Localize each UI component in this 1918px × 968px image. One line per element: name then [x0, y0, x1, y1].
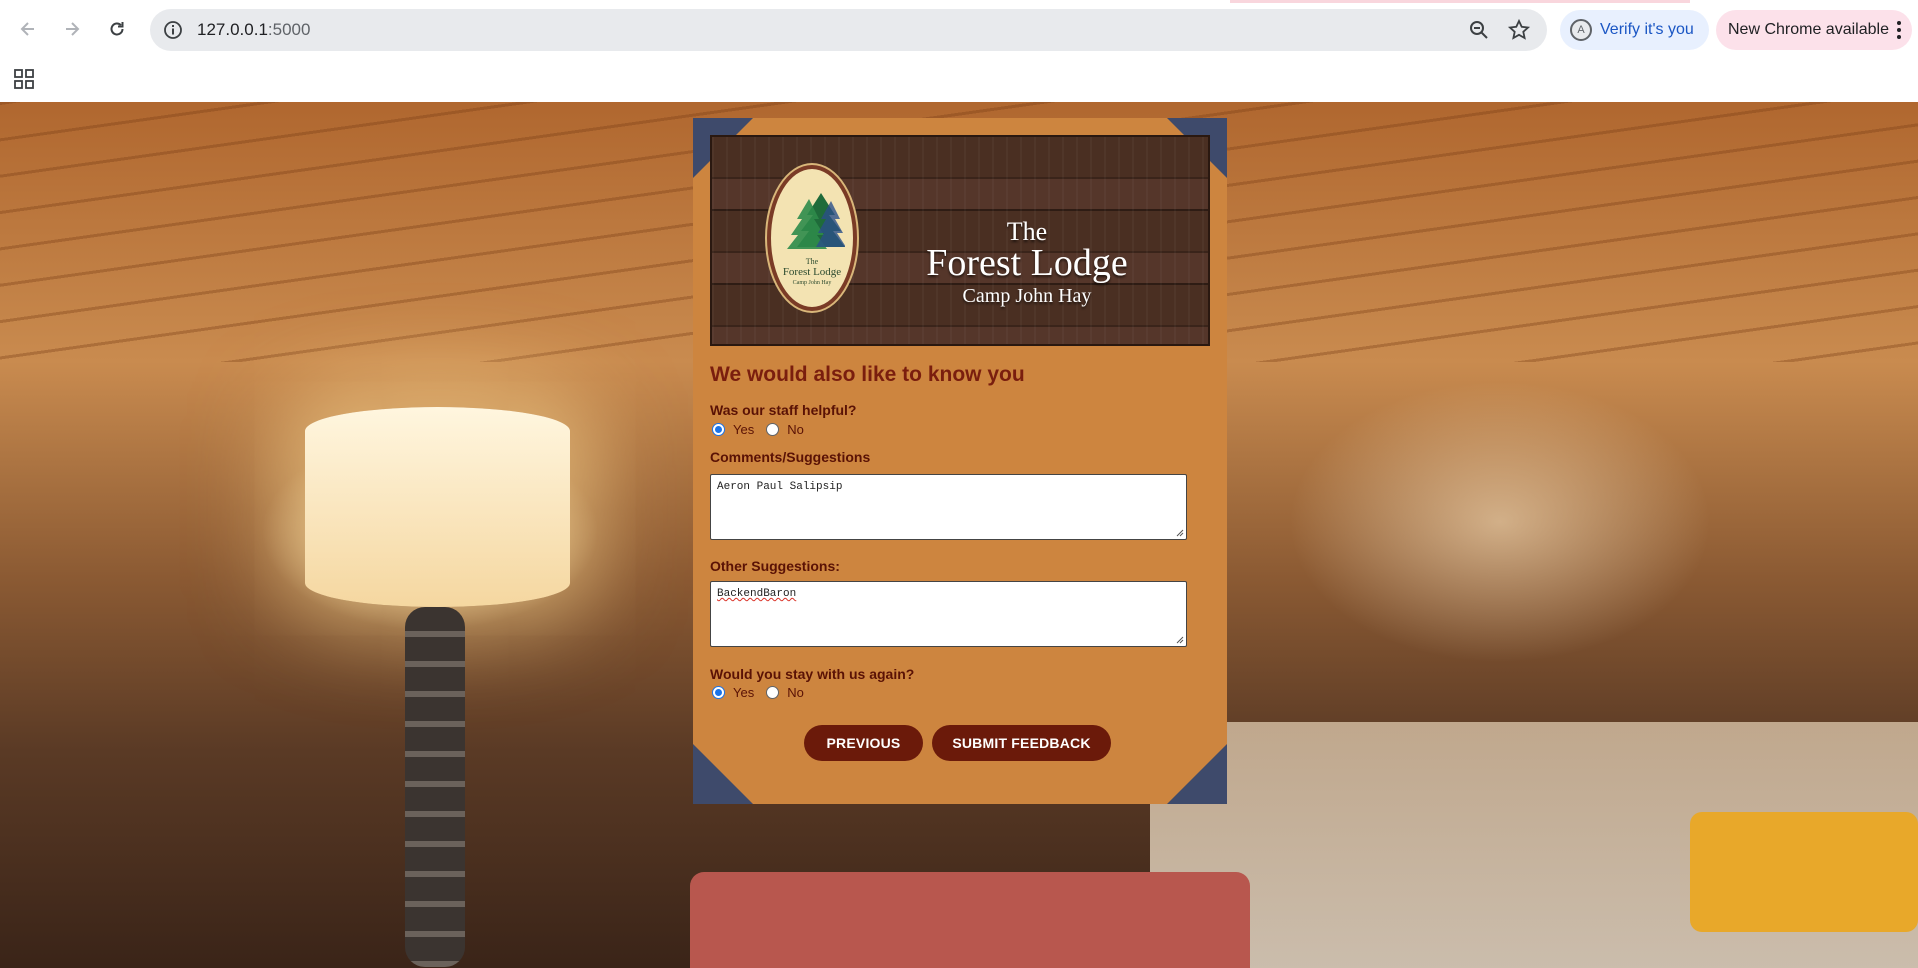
stay-again-yes-label[interactable]: Yes: [733, 685, 754, 700]
stay-again-label: Would you stay with us again?: [710, 666, 915, 682]
stay-again-radio-group: Yes No: [712, 685, 816, 700]
staff-helpful-label: Was our staff helpful?: [710, 402, 857, 418]
comments-label: Comments/Suggestions: [710, 449, 871, 465]
resize-handle-icon[interactable]: [1174, 634, 1184, 644]
url-host: 127.0.0.1: [197, 20, 268, 39]
reload-icon[interactable]: [102, 14, 132, 44]
address-bar[interactable]: 127.0.0.1:5000: [150, 9, 1547, 51]
staff-helpful-no-label[interactable]: No: [787, 422, 804, 437]
bookmarks-bar: [0, 59, 1918, 102]
lodge-logo: The Forest Lodge Camp John Hay: [767, 165, 857, 311]
comments-textarea[interactable]: Aeron Paul Salipsip: [710, 474, 1187, 540]
logo-text-sub: Camp John Hay: [792, 280, 832, 286]
verify-label: Verify it's you: [1600, 21, 1694, 38]
url-text[interactable]: 127.0.0.1:5000: [197, 20, 310, 40]
arrow-left-icon[interactable]: [13, 14, 43, 44]
banner-title-name: Forest Lodge: [926, 242, 1128, 284]
logo-text-the: The: [805, 257, 819, 266]
feedback-form-card: The Forest Lodge Camp John Hay The Fores…: [693, 118, 1227, 804]
other-suggestions-value: BackendBaron: [717, 588, 797, 600]
browser-toolbar: 127.0.0.1:5000 A Verify it's you New Chr…: [0, 0, 1918, 59]
stay-again-no-radio[interactable]: [766, 686, 780, 699]
corner-decoration: [693, 744, 753, 804]
other-suggestions-label: Other Suggestions:: [710, 558, 840, 574]
arrow-right-icon[interactable]: [57, 14, 87, 44]
logo-text-name: Forest Lodge: [782, 266, 842, 278]
stay-again-no-label[interactable]: No: [787, 685, 804, 700]
other-suggestions-textarea[interactable]: BackendBaron: [710, 581, 1187, 647]
background-lamp-stand: [405, 607, 465, 967]
staff-helpful-yes-radio[interactable]: [712, 423, 725, 436]
star-icon[interactable]: [1507, 18, 1531, 42]
comments-value: Aeron Paul Salipsip: [717, 481, 843, 493]
lodge-banner: The Forest Lodge Camp John Hay The Fores…: [710, 135, 1210, 346]
avatar: A: [1570, 19, 1592, 41]
background-sofa: [690, 872, 1250, 968]
url-port: :5000: [267, 20, 311, 39]
info-icon[interactable]: [160, 17, 186, 43]
staff-helpful-radio-group: Yes No: [712, 422, 816, 437]
kebab-menu-icon[interactable]: [1896, 20, 1902, 40]
verify-identity-chip[interactable]: A Verify it's you: [1560, 10, 1709, 50]
staff-helpful-yes-label[interactable]: Yes: [733, 422, 754, 437]
submit-feedback-button[interactable]: SUBMIT FEEDBACK: [932, 725, 1111, 761]
update-label: New Chrome available: [1728, 21, 1889, 38]
tab-strip-accent: [1230, 0, 1690, 3]
banner-title-sub: Camp John Hay: [962, 285, 1092, 307]
stay-again-yes-radio[interactable]: [712, 686, 725, 699]
corner-decoration: [1167, 744, 1227, 804]
zoom-icon[interactable]: [1467, 18, 1491, 42]
apps-grid-icon[interactable]: [13, 68, 35, 90]
resize-handle-icon[interactable]: [1174, 527, 1184, 537]
form-heading: We would also like to know you: [710, 363, 1025, 386]
background-armchair: [1690, 812, 1918, 932]
pine-tree-icon: [787, 193, 845, 249]
staff-helpful-no-radio[interactable]: [766, 423, 780, 436]
previous-button[interactable]: PREVIOUS: [804, 725, 923, 761]
update-chrome-button[interactable]: New Chrome available: [1716, 10, 1912, 50]
background-lamp: [305, 407, 570, 607]
